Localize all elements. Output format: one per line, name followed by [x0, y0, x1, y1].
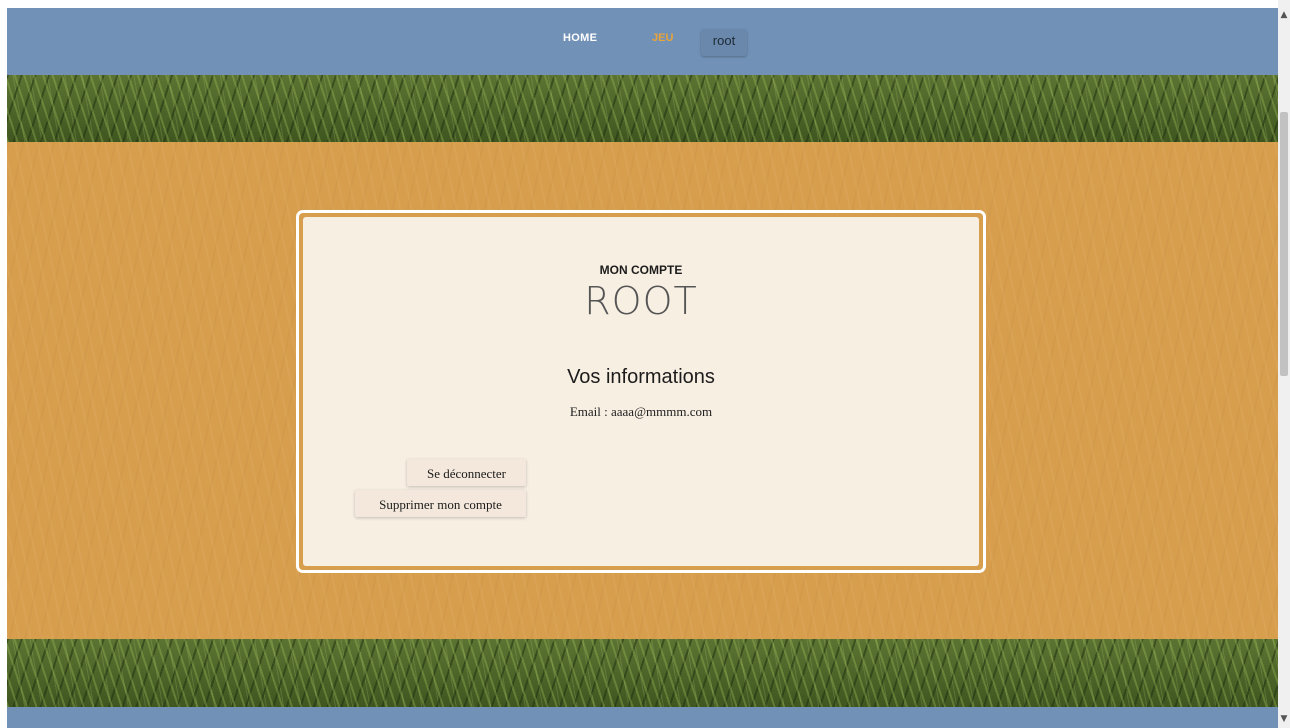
delete-account-button[interactable]: Supprimer mon compte [355, 490, 526, 517]
nav-menu: HOME JEU root [7, 8, 1278, 75]
account-card-frame: MON COMPTE ROOT Vos informations Email :… [296, 210, 986, 573]
chevron-up-icon[interactable]: ▲ [1278, 8, 1290, 22]
logout-button[interactable]: Se déconnecter [407, 459, 526, 486]
page-subtitle: MON COMPTE [599, 263, 683, 277]
grass-banner-bottom [7, 639, 1278, 707]
nav-link-jeu[interactable]: JEU [652, 32, 673, 44]
chevron-down-icon[interactable]: ▼ [1278, 712, 1290, 726]
page: HOME JEU root MON COMPTE ROOT Vos inform… [7, 8, 1278, 728]
account-card: MON COMPTE ROOT Vos informations Email :… [303, 217, 979, 566]
email-text: Email : aaaa@mmmm.com [569, 404, 713, 419]
page-title: ROOT [584, 279, 698, 323]
grass-banner-top [7, 75, 1278, 142]
footer-bar [7, 707, 1278, 728]
nav-link-home[interactable]: HOME [563, 32, 597, 44]
account-section: MON COMPTE ROOT Vos informations Email :… [7, 142, 1278, 639]
top-navbar: HOME JEU root [7, 8, 1278, 75]
window-edge [0, 0, 7, 728]
page-scrollbar[interactable]: ▲ ▼ [1278, 0, 1290, 728]
scrollbar-thumb[interactable] [1280, 112, 1288, 376]
nav-user-account-button[interactable]: root [701, 29, 747, 56]
info-heading: Vos informations [567, 366, 715, 388]
